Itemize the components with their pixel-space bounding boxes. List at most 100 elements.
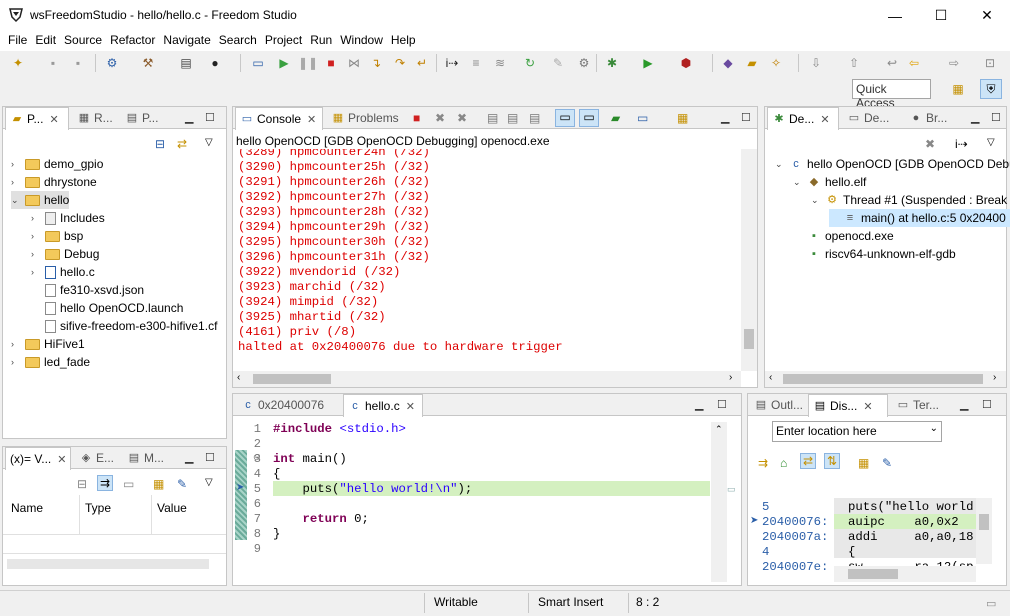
word-wrap-icon[interactable]: ▤ [529, 111, 540, 125]
open-perspective-icon[interactable]: ▦ [950, 81, 966, 97]
step-return-icon[interactable]: ↵ [414, 55, 430, 71]
collapse-all-icon[interactable]: ⊟ [155, 137, 165, 151]
step-into-icon[interactable]: ↴ [368, 55, 384, 71]
debug-tree-item[interactable]: ▪ openocd.exe [793, 227, 894, 245]
minimize-icon[interactable]: ▁ [185, 451, 193, 464]
save-icon[interactable]: ▪ [45, 55, 61, 71]
show-type-icon[interactable]: ⇉ [97, 475, 114, 491]
tab-breakpoints[interactable]: ● Br... [905, 107, 951, 129]
tab-hello-c[interactable]: c hello.c ✕ [343, 394, 423, 417]
menu-source[interactable]: Source [60, 31, 106, 51]
minimize-button[interactable]: — [872, 0, 918, 31]
tree-item[interactable]: ⌄ hello [11, 191, 70, 209]
tree-item[interactable]: sifive-freedom-e300-hifive1.cf [31, 317, 217, 335]
resume-icon[interactable]: ▶ [276, 55, 292, 71]
tree-item[interactable]: › Debug [31, 245, 99, 263]
external-tools-icon[interactable]: ⬢ [678, 55, 694, 71]
close-icon[interactable]: ✕ [820, 113, 829, 126]
code-line[interactable]: return 0; [273, 512, 369, 526]
minimize-icon[interactable]: ▁ [721, 111, 729, 124]
tree-item[interactable]: › hello.c [31, 263, 95, 281]
vertical-scrollbar[interactable] [741, 149, 757, 371]
code-line[interactable]: } [273, 527, 280, 541]
tab-debugger-console[interactable]: ▭ De... [843, 107, 893, 129]
clear-console-icon[interactable]: ▤ [487, 111, 498, 125]
maximize-icon[interactable]: ☐ [205, 111, 215, 124]
tree-item[interactable]: › Includes [31, 209, 105, 227]
scroll-lock-icon[interactable]: ▤ [507, 111, 518, 125]
build-config-icon[interactable]: ⚙ [104, 55, 120, 71]
menu-navigate[interactable]: Navigate [159, 31, 214, 51]
console-output[interactable]: (3289) hpmcounter24h (/32) (3290) hpmcoun… [233, 149, 741, 371]
close-icon[interactable]: ✕ [57, 453, 66, 466]
menu-edit[interactable]: Edit [31, 31, 60, 51]
tree-item[interactable]: › dhrystone [11, 173, 97, 191]
tab-console[interactable]: ▭ Console ✕ [235, 107, 323, 130]
disasm-instruction[interactable]: addi a0,a0,1850 [848, 530, 974, 544]
code-line[interactable]: puts("hello world!\n"); [273, 482, 473, 496]
annotation-next-icon[interactable]: ⇩ [808, 55, 824, 71]
step-over-icon[interactable]: ↷ [392, 55, 408, 71]
chevron-icon[interactable]: › [11, 357, 21, 367]
new-view-icon[interactable]: ▦ [153, 477, 164, 491]
close-icon[interactable]: ✕ [307, 113, 316, 126]
display-console-icon[interactable]: ▭ [637, 111, 648, 125]
horizontal-scrollbar[interactable]: ‹ › [765, 371, 1006, 387]
tab-problems[interactable]: ▦ Problems [327, 107, 403, 129]
disasm-instruction[interactable]: puts("hello world! [848, 500, 974, 514]
tab-variables[interactable]: (x)= V... ✕ [5, 447, 72, 470]
tab-disassembly[interactable]: ▤ Dis... ✕ [808, 394, 888, 417]
disconnect-icon[interactable]: ⋈ [346, 55, 362, 71]
tab-memory[interactable]: ▤ M... [123, 447, 168, 469]
close-icon[interactable]: ✕ [49, 113, 58, 126]
open-folder-icon[interactable]: ▰ [744, 55, 760, 71]
tab-outline[interactable]: ▤ Outl... [750, 394, 807, 416]
chevron-icon[interactable]: ⌄ [811, 195, 821, 206]
quick-access-input[interactable]: Quick Access [852, 79, 931, 110]
tab-expressions[interactable]: ◈ E... [75, 447, 118, 469]
tab-terminal[interactable]: ▭ Ter... [892, 394, 943, 416]
minimize-icon[interactable]: ▁ [185, 111, 193, 124]
pin-console-icon[interactable]: ▰ [611, 111, 620, 125]
view-menu-icon[interactable]: ▽ [205, 477, 213, 488]
location-input[interactable]: Enter location here [776, 424, 877, 438]
column-type[interactable]: Type [85, 501, 111, 515]
close-icon[interactable]: ✕ [863, 400, 872, 413]
menu-file[interactable]: File [4, 31, 31, 51]
open-console-icon[interactable]: ▦ [677, 111, 688, 125]
maximize-icon[interactable]: ☐ [741, 111, 751, 124]
horizontal-scrollbar[interactable] [834, 566, 976, 582]
chevron-icon[interactable]: ⌄ [775, 159, 785, 170]
close-button[interactable]: ✕ [964, 0, 1010, 31]
disasm-icon[interactable]: ≋ [492, 55, 508, 71]
chevron-icon[interactable]: › [31, 249, 41, 259]
new-icon[interactable]: ✦ [10, 55, 26, 71]
pen-icon[interactable]: ✎ [550, 55, 566, 71]
pin-icon[interactable]: ⊡ [982, 55, 998, 71]
fold-icon[interactable]: ⊖ [253, 452, 261, 463]
vertical-scrollbar[interactable] [976, 498, 992, 564]
location-combo[interactable]: Enter location here ⌄ [772, 421, 942, 442]
menu-window[interactable]: Window [336, 31, 387, 51]
run-icon[interactable]: ▶ [640, 55, 656, 71]
suspend-icon[interactable]: ❚❚ [298, 55, 318, 71]
menu-refactor[interactable]: Refactor [106, 31, 159, 51]
code-line[interactable]: int main() [273, 452, 347, 466]
tree-item[interactable]: › demo_gpio [11, 155, 103, 173]
terminal-icon[interactable]: ▭ [250, 55, 266, 71]
minimize-icon[interactable]: ▁ [971, 111, 979, 124]
menu-run[interactable]: Run [306, 31, 336, 51]
maximize-icon[interactable]: ☐ [982, 398, 992, 411]
show-stdout-icon[interactable]: ▭ [555, 109, 575, 127]
tree-item[interactable]: › bsp [31, 227, 83, 245]
annotation-prev-icon[interactable]: ⇧ [846, 55, 862, 71]
forward-icon[interactable]: ⇨ [946, 55, 962, 71]
chevron-icon[interactable]: ⌄ [793, 177, 803, 188]
pin-icon[interactable]: ✎ [177, 477, 187, 491]
tab-registers[interactable]: ▦ R... [73, 107, 117, 129]
link-editor-icon[interactable]: ⇄ [177, 137, 187, 151]
save-all-icon[interactable]: ▪ [70, 55, 86, 71]
remove-launch-icon[interactable]: ✖ [435, 111, 445, 125]
progress-icon[interactable]: ▭ [986, 597, 996, 610]
chevron-icon[interactable]: › [11, 159, 21, 169]
